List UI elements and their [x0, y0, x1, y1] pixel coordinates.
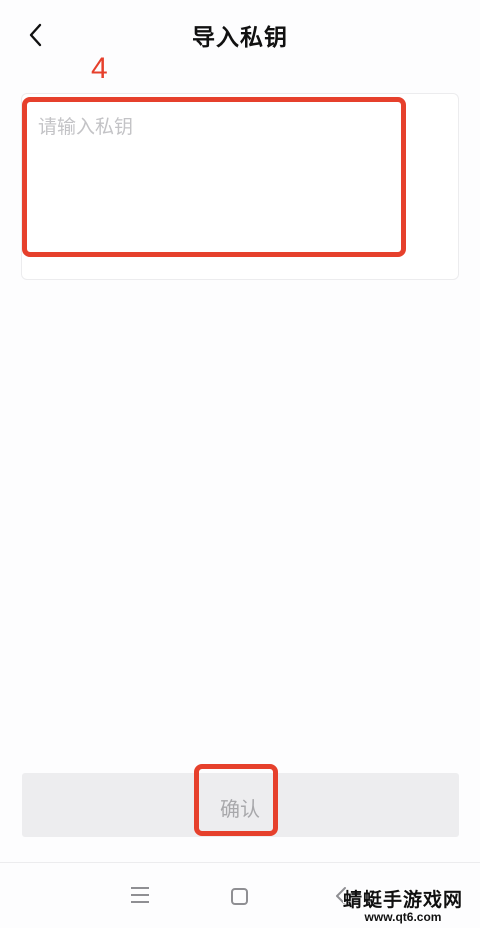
- step-4-label: 4: [91, 52, 108, 85]
- private-key-input-box[interactable]: [21, 93, 459, 280]
- page-title: 导入私钥: [192, 25, 288, 51]
- private-key-input[interactable]: [38, 112, 438, 262]
- home-icon[interactable]: [231, 888, 248, 905]
- menu-icon[interactable]: [131, 887, 149, 903]
- confirm-button-label: 确认: [220, 797, 260, 821]
- watermark-title: 蜻蜓手游戏网: [342, 889, 463, 911]
- header: 导入私钥: [0, 0, 480, 70]
- confirm-button[interactable]: 确认: [22, 773, 459, 837]
- watermark: 蜻蜓手游戏网 www.qt6.com: [338, 889, 468, 924]
- watermark-url: www.qt6.com: [364, 910, 442, 924]
